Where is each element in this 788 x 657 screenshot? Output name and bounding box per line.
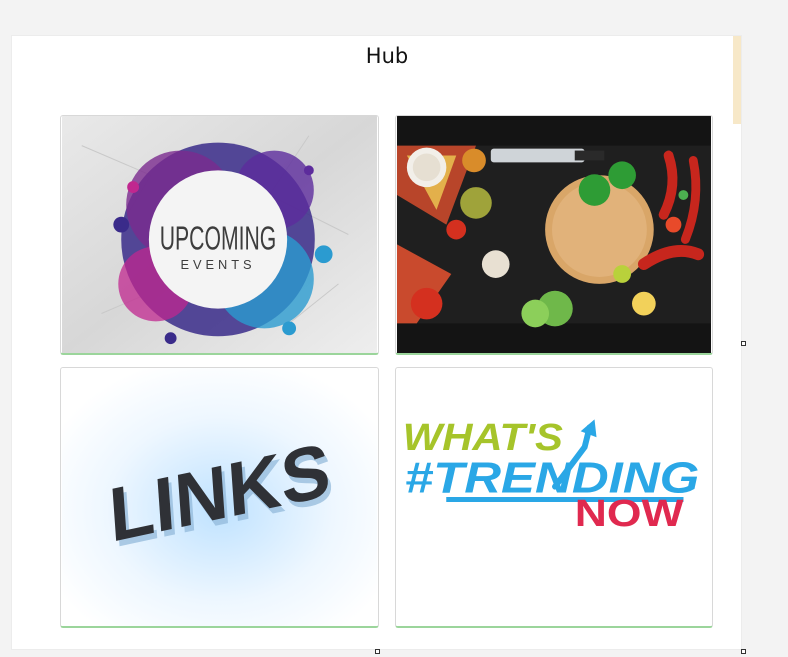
resize-handle-bottom[interactable] [375, 649, 380, 654]
trending-line3-text: NOW [575, 492, 684, 534]
resize-handle-corner[interactable] [741, 649, 746, 654]
trending-line1-text: WHAT'S [403, 416, 563, 458]
card-links[interactable]: LINKS LINKS [60, 367, 379, 628]
upcoming-subtitle-text: EVENTS [181, 257, 256, 272]
trending-image: WHAT'S #TRENDING NOW [396, 368, 712, 626]
upcoming-events-image: UPCOMING EVENTS [61, 116, 378, 353]
card-upcoming-events[interactable]: UPCOMING EVENTS [60, 115, 379, 355]
resize-handle-right[interactable] [741, 341, 746, 346]
upcoming-title-text: UPCOMING [160, 220, 277, 257]
page-title: Hub [365, 44, 409, 68]
food-image [396, 116, 712, 353]
links-image: LINKS LINKS [61, 368, 378, 626]
scrollbar-track[interactable] [733, 36, 741, 649]
card-trending[interactable]: WHAT'S #TRENDING NOW [395, 367, 713, 628]
card-food[interactable] [395, 115, 713, 355]
